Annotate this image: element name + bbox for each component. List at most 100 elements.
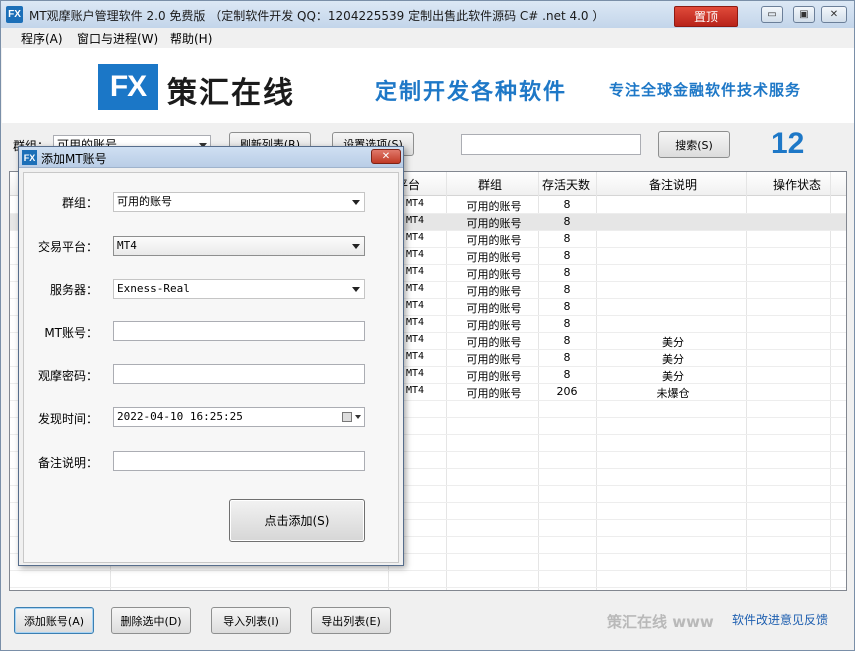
cell-platform: MT4: [406, 198, 425, 209]
import-list-button[interactable]: 导入列表(I): [211, 607, 291, 634]
cell-group: 可用的账号: [466, 370, 522, 383]
chevron-down-icon: [352, 244, 360, 249]
export-list-button[interactable]: 导出列表(E): [311, 607, 391, 634]
restore-icon[interactable]: ▣: [793, 6, 815, 23]
minimize-icon[interactable]: ▭: [761, 6, 783, 23]
cell-platform: MT4: [406, 215, 425, 226]
col-group[interactable]: 群组: [450, 176, 530, 193]
server-field-select[interactable]: Exness-Real: [113, 279, 365, 299]
note-field-input[interactable]: [113, 451, 365, 471]
cell-platform: MT4: [406, 334, 425, 345]
cell-platform: MT4: [406, 300, 425, 311]
account-count: 12: [771, 127, 805, 160]
cell-group: 可用的账号: [466, 387, 522, 400]
time-field-value: 2022-04-10 16:25:25: [117, 410, 243, 423]
cell-group: 可用的账号: [466, 285, 522, 298]
cell-group: 可用的账号: [466, 353, 522, 366]
note-field-label: 备注说明：: [37, 456, 98, 470]
cell-group: 可用的账号: [466, 336, 522, 349]
pin-top-button[interactable]: 置顶: [674, 6, 738, 27]
password-field-input[interactable]: [113, 364, 365, 384]
search-button[interactable]: 搜索(S): [658, 131, 730, 158]
dialog-title: 添加MT账号: [41, 152, 107, 166]
chevron-down-icon: [352, 200, 360, 205]
cell-days: 8: [563, 266, 571, 279]
cell-days: 8: [563, 215, 571, 228]
password-field-label: 观摩密码：: [37, 369, 98, 383]
menu-program[interactable]: 程序(A): [21, 30, 63, 47]
cell-days: 8: [563, 249, 571, 262]
dialog-title-bar[interactable]: FX 添加MT账号 ✕: [19, 147, 403, 168]
cell-group: 可用的账号: [466, 268, 522, 281]
time-field-label: 发现时间：: [37, 412, 98, 426]
col-status[interactable]: 操作状态: [746, 176, 846, 193]
cell-platform: MT4: [406, 368, 425, 379]
group-field-value: 可用的账号: [117, 195, 172, 208]
cell-days: 8: [563, 300, 571, 313]
cell-days: 8: [563, 198, 571, 211]
window-title: MT观摩账户管理软件 2.0 免费版 （定制软件开发 QQ：1204225539…: [29, 9, 605, 23]
server-field-value: Exness-Real: [117, 282, 190, 295]
platform-field-value: MT4: [117, 239, 137, 252]
close-icon[interactable]: ✕: [821, 6, 847, 23]
cell-group: 可用的账号: [466, 234, 522, 247]
cell-group: 可用的账号: [466, 200, 522, 213]
dialog-close-icon[interactable]: ✕: [371, 149, 401, 164]
cell-note: 美分: [662, 353, 684, 366]
platform-field-label: 交易平台：: [37, 240, 98, 254]
cell-days: 206: [556, 385, 578, 398]
app-logo-icon: FX: [6, 6, 23, 23]
cell-note: 美分: [662, 370, 684, 383]
time-field-picker[interactable]: 2022-04-10 16:25:25: [113, 407, 365, 427]
cell-days: 8: [563, 334, 571, 347]
brand-banner: FX 策汇在线 定制开发各种软件 专注全球金融软件技术服务: [2, 48, 854, 123]
footer-brand: 策汇在线 www: [607, 613, 714, 631]
dialog-logo-icon: FX: [22, 150, 37, 165]
cell-days: 8: [563, 232, 571, 245]
cell-note: 美分: [662, 336, 684, 349]
delete-selected-button[interactable]: 删除选中(D): [111, 607, 191, 634]
search-input[interactable]: [461, 134, 641, 155]
submit-add-button[interactable]: 点击添加(S): [229, 499, 365, 542]
account-field-input[interactable]: [113, 321, 365, 341]
title-bar[interactable]: FX MT观摩账户管理软件 2.0 免费版 （定制软件开发 QQ：1204225…: [1, 1, 854, 29]
cell-days: 8: [563, 317, 571, 330]
slogan-sub: 专注全球金融软件技术服务: [609, 81, 802, 99]
calendar-icon[interactable]: [342, 412, 352, 422]
table-row[interactable]: [10, 571, 846, 588]
menu-window-process[interactable]: 窗口与进程(W): [77, 30, 158, 47]
bottom-bar: 添加账号(A) 删除选中(D) 导入列表(I) 导出列表(E) 策汇在线 www…: [1, 601, 854, 651]
cell-platform: MT4: [406, 317, 425, 328]
col-days[interactable]: 存活天数: [538, 176, 594, 193]
cell-note: 未爆仓: [656, 387, 690, 400]
cell-platform: MT4: [406, 283, 425, 294]
server-field-label: 服务器：: [49, 283, 98, 297]
menu-bar: 程序(A) 窗口与进程(W) 帮助(H): [1, 28, 854, 48]
platform-field-select[interactable]: MT4: [113, 236, 365, 256]
cell-platform: MT4: [406, 266, 425, 277]
chevron-down-icon: [352, 287, 360, 292]
add-account-button[interactable]: 添加账号(A): [14, 607, 94, 634]
cell-days: 8: [563, 368, 571, 381]
add-account-dialog: FX 添加MT账号 ✕ 群组： 可用的账号 交易平台： MT4 服务器： Exn…: [18, 146, 404, 566]
slogan-main: 定制开发各种软件: [375, 80, 568, 105]
cell-platform: MT4: [406, 351, 425, 362]
cell-group: 可用的账号: [466, 251, 522, 264]
group-field-select[interactable]: 可用的账号: [113, 192, 365, 212]
cell-days: 8: [563, 283, 571, 296]
feedback-link[interactable]: 软件改进意见反馈: [732, 611, 828, 628]
cell-platform: MT4: [406, 249, 425, 260]
cell-platform: MT4: [406, 232, 425, 243]
group-field-label: 群组：: [61, 196, 98, 210]
chevron-down-icon: [355, 415, 361, 419]
cell-platform: MT4: [406, 385, 425, 396]
cell-days: 8: [563, 351, 571, 364]
col-note[interactable]: 备注说明: [600, 176, 746, 193]
cell-group: 可用的账号: [466, 319, 522, 332]
menu-help[interactable]: 帮助(H): [170, 30, 212, 47]
dialog-form: 群组： 可用的账号 交易平台： MT4 服务器： Exness-Real MT账…: [23, 172, 399, 563]
account-field-label: MT账号：: [44, 326, 98, 340]
cell-group: 可用的账号: [466, 302, 522, 315]
fx-logo-icon: FX: [98, 64, 158, 110]
cell-group: 可用的账号: [466, 217, 522, 230]
